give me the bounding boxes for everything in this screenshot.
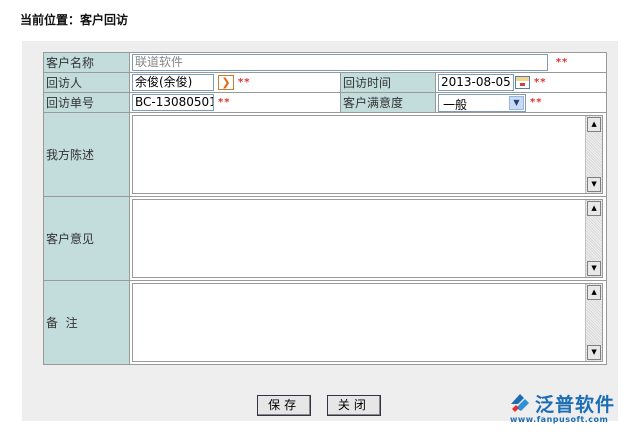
visit-no-input[interactable]: BC-13080501: [132, 94, 214, 111]
logo-url: www.fanpusoft.com: [510, 415, 609, 424]
our-statement-textarea[interactable]: ▲ ▼: [132, 115, 604, 194]
logo: 泛普软件 www.fanpusoft.com: [508, 389, 632, 429]
scrollbar[interactable]: ▲ ▼: [585, 284, 603, 361]
required-mark: **: [530, 97, 543, 108]
visit-time-input[interactable]: 2013-08-05: [438, 74, 514, 91]
visit-time-label: 回访时间: [340, 72, 436, 93]
scrollbar[interactable]: ▲ ▼: [585, 116, 603, 193]
required-mark: **: [238, 77, 251, 88]
visitor-label: 回访人: [43, 72, 130, 93]
scroll-down-icon[interactable]: ▼: [587, 345, 602, 360]
close-button[interactable]: 关闭: [326, 395, 381, 416]
logo-name: 泛普软件: [535, 394, 616, 416]
select-visitor-button[interactable]: ❯: [218, 75, 234, 90]
visit-form: 客户名称 联道软件 ** 回访人 余俊(余俊) ❯ ** 回访时间 2013-08-…: [43, 52, 608, 365]
required-mark: **: [218, 97, 231, 108]
scroll-up-icon[interactable]: ▲: [587, 285, 602, 300]
remarks-textarea[interactable]: ▲ ▼: [132, 283, 604, 362]
customer-name-input[interactable]: 联道软件: [132, 54, 548, 71]
customer-name-label: 客户名称: [43, 52, 130, 73]
customer-opinion-textarea[interactable]: ▲ ▼: [132, 199, 604, 278]
calendar-icon[interactable]: [515, 76, 530, 89]
chevron-down-icon[interactable]: ▼: [509, 95, 524, 110]
brand-logo-icon: [511, 394, 529, 412]
remarks-label: 备 注: [43, 280, 130, 365]
customer-opinion-label: 客户意见: [43, 196, 130, 281]
required-mark: **: [534, 77, 547, 88]
visitor-input[interactable]: 余俊(余俊): [132, 74, 214, 91]
scroll-down-icon[interactable]: ▼: [587, 261, 602, 276]
scroll-up-icon[interactable]: ▲: [587, 117, 602, 132]
satisfaction-value: 一般: [443, 97, 468, 112]
required-mark: **: [555, 57, 569, 68]
scrollbar[interactable]: ▲ ▼: [585, 200, 603, 277]
scroll-down-icon[interactable]: ▼: [587, 177, 602, 192]
save-button[interactable]: 保存: [257, 395, 312, 416]
breadcrumb: 当前位置：客户回访: [20, 13, 129, 27]
satisfaction-select[interactable]: 一般 ▼: [438, 93, 526, 112]
our-statement-label: 我方陈述: [43, 112, 130, 197]
scroll-up-icon[interactable]: ▲: [587, 201, 602, 216]
satisfaction-label: 客户满意度: [340, 92, 436, 113]
visit-no-label: 回访单号: [43, 92, 130, 113]
